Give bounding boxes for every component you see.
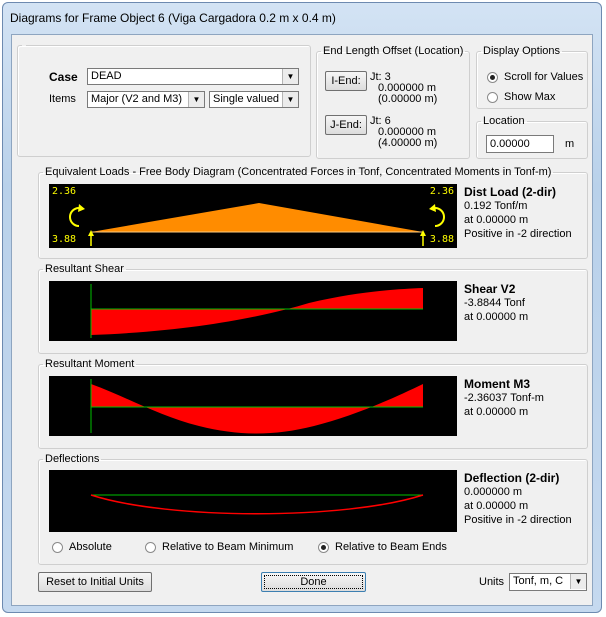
scroll-values-label[interactable]: Scroll for Values (504, 71, 583, 83)
reset-units-button[interactable]: Reset to Initial Units (38, 572, 152, 592)
j-end-button[interactable]: J-End: (325, 115, 367, 135)
absolute-radio[interactable] (52, 542, 63, 553)
free-body-diagram: 2.36 3.88 2.36 3.88 (49, 184, 457, 248)
dialog-window: Diagrams for Frame Object 6 (Viga Cargad… (2, 2, 602, 613)
moment-value: -2.36037 Tonf-m (464, 392, 544, 404)
moment-legend: Resultant Moment (45, 358, 135, 370)
i-end-button[interactable]: I-End: (325, 71, 367, 91)
shear-at: at 0.00000 m (464, 311, 529, 323)
absolute-label[interactable]: Absolute (69, 541, 112, 553)
j-end-location: (4.00000 m) (378, 137, 438, 149)
units-label: Units (479, 576, 505, 588)
location-input[interactable]: 0.00000 (486, 135, 554, 153)
relative-min-label[interactable]: Relative to Beam Minimum (162, 541, 293, 553)
show-max-radio[interactable] (487, 92, 498, 103)
dist-load-info: Dist Load (2-dir) 0.192 Tonf/m at 0.0000… (464, 185, 572, 241)
location-legend: Location (483, 115, 525, 127)
dist-load-at: at 0.00000 m (464, 214, 529, 226)
show-max-label[interactable]: Show Max (504, 91, 555, 103)
shear-info: Shear V2 -3.8844 Tonf at 0.00000 m (464, 282, 528, 324)
moment-at: at 0.00000 m (464, 406, 529, 418)
shear-value: -3.8844 Tonf (464, 297, 525, 309)
left-moment-icon (69, 207, 80, 227)
shear-legend: Resultant Shear (45, 263, 124, 275)
items-value: Major (V2 and M3) (91, 93, 183, 105)
chevron-down-icon[interactable]: ▼ (282, 92, 298, 107)
dist-load-direction: Positive in -2 direction (464, 228, 572, 240)
value-mode-value: Single valued (213, 93, 280, 105)
window-title: Diagrams for Frame Object 6 (Viga Cargad… (10, 11, 336, 25)
items-dropdown[interactable]: Major (V2 and M3) ▼ (87, 91, 205, 108)
chevron-down-icon[interactable]: ▼ (570, 574, 586, 589)
deflection-title: Deflection (2-dir) (464, 471, 560, 485)
done-button[interactable]: Done (261, 572, 366, 592)
deflection-value: 0.000000 m (464, 486, 523, 498)
units-dropdown[interactable]: Tonf, m, C ▼ (509, 573, 587, 591)
chevron-down-icon[interactable]: ▼ (282, 69, 298, 84)
moment-title: Moment M3 (464, 377, 530, 391)
shear-area (91, 288, 423, 335)
moment-info: Moment M3 -2.36037 Tonf-m at 0.00000 m (464, 377, 544, 419)
deflection-info: Deflection (2-dir) 0.000000 m at 0.00000… (464, 471, 572, 527)
moment-area (91, 384, 423, 434)
left-moment-value: 2.36 (52, 186, 77, 197)
case-value: DEAD (91, 70, 122, 82)
j-end-info: Jt: 6 0.000000 m (4.00000 m) (370, 116, 437, 149)
dialog-client-area: Case DEAD ▼ Items Major (V2 and M3) ▼ Si… (11, 34, 593, 606)
left-force-value: 3.88 (52, 234, 77, 245)
right-force-value: 3.88 (429, 234, 454, 245)
value-mode-dropdown[interactable]: Single valued ▼ (209, 91, 299, 108)
i-end-info: Jt: 3 0.000000 m (0.00000 m) (370, 72, 437, 105)
deflection-curve (90, 494, 424, 515)
deflection-direction: Positive in -2 direction (464, 514, 572, 526)
display-options-legend: Display Options (483, 45, 561, 57)
location-unit: m (565, 138, 575, 150)
end-offset-legend: End Length Offset (Location) (323, 45, 464, 57)
loads-legend: Equivalent Loads - Free Body Diagram (Co… (45, 166, 552, 178)
moment-diagram (49, 376, 457, 436)
relative-min-radio[interactable] (145, 542, 156, 553)
items-label: Items (49, 93, 76, 105)
right-moment-icon (434, 207, 445, 227)
right-moment-value: 2.36 (429, 186, 454, 197)
shear-title: Shear V2 (464, 282, 516, 296)
deflection-diagram (49, 470, 457, 532)
relative-ends-radio[interactable] (318, 542, 329, 553)
shear-diagram (49, 281, 457, 341)
dist-load-value: 0.192 Tonf/m (464, 200, 528, 212)
units-value: Tonf, m, C (513, 575, 564, 587)
case-label: Case (49, 70, 78, 84)
relative-ends-label[interactable]: Relative to Beam Ends (335, 541, 447, 553)
deflection-at: at 0.00000 m (464, 500, 529, 512)
case-dropdown[interactable]: DEAD ▼ (87, 68, 299, 85)
scroll-values-radio[interactable] (487, 72, 498, 83)
deflection-legend: Deflections (45, 453, 100, 465)
i-end-location: (0.00000 m) (378, 93, 438, 105)
distributed-load-shape (91, 203, 423, 232)
dist-load-title: Dist Load (2-dir) (464, 185, 556, 199)
chevron-down-icon[interactable]: ▼ (188, 92, 204, 107)
